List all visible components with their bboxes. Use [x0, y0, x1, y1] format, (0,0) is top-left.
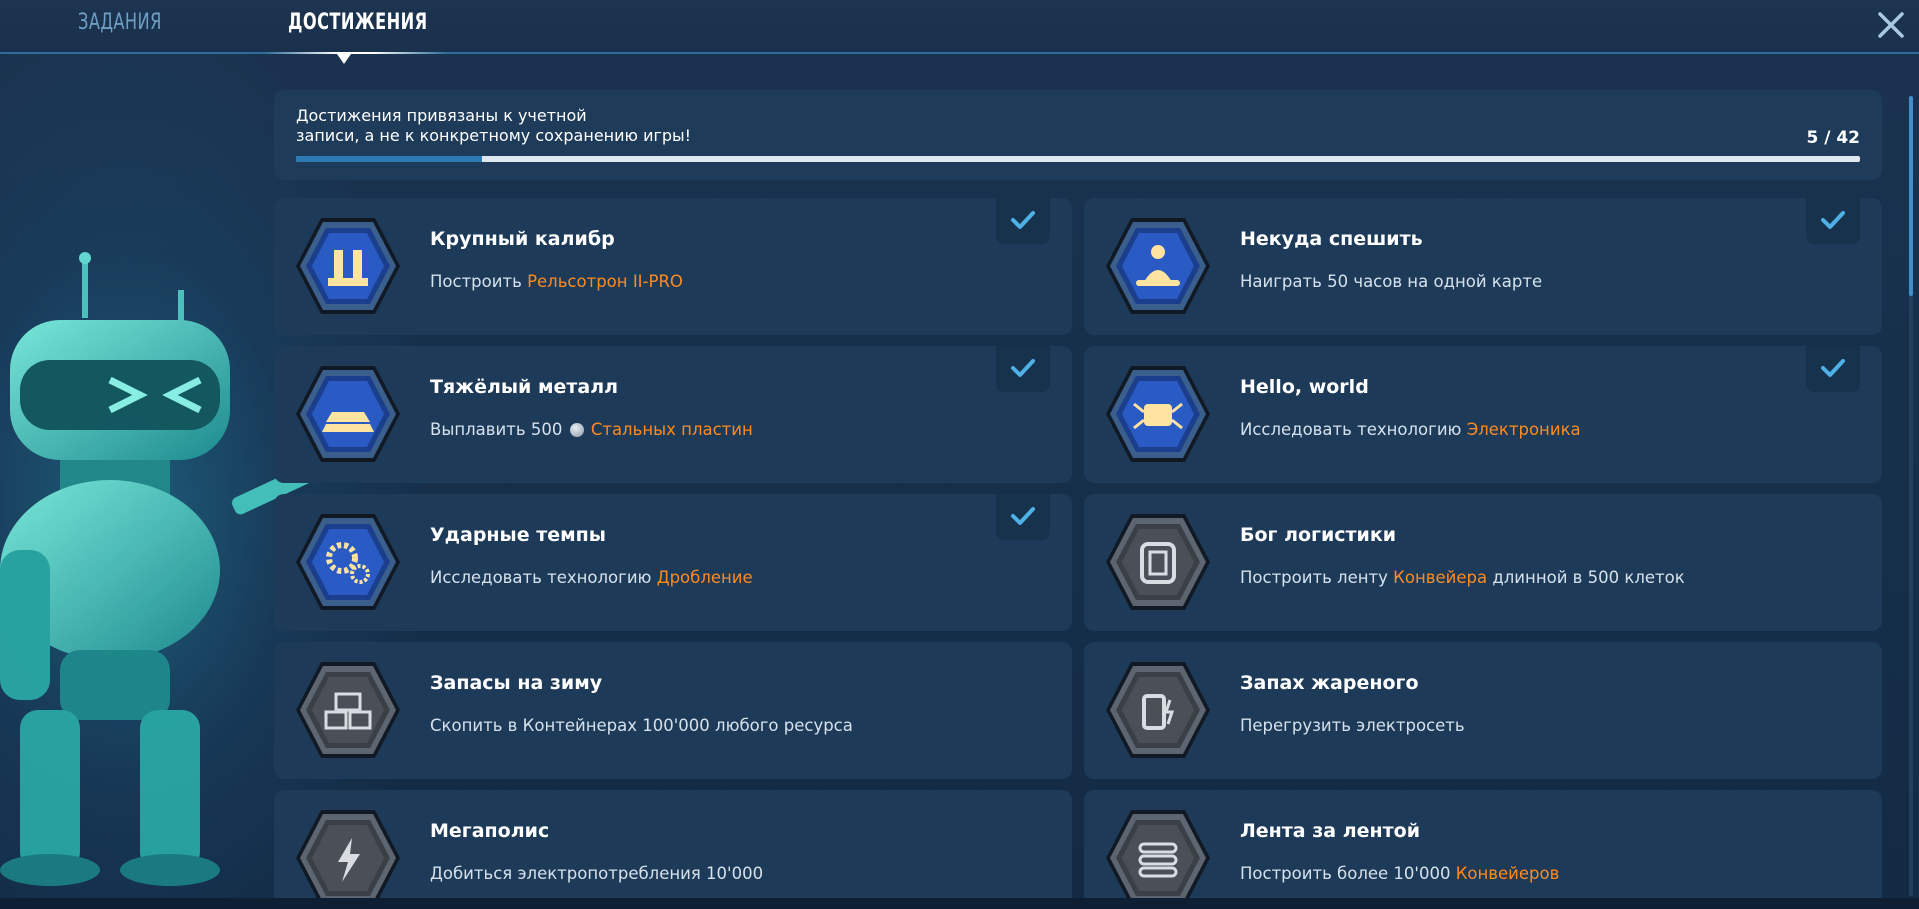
overload-icon [1104, 660, 1212, 760]
containers-icon [294, 660, 402, 760]
railgun-icon [294, 216, 402, 316]
achievement-card[interactable]: Бог логистики Построить ленту Конвейера д… [1084, 494, 1882, 631]
gears-icon [294, 512, 402, 612]
achievement-card[interactable]: Мегаполис Добиться электропотребления 10'… [274, 790, 1072, 909]
electronics-icon [1104, 364, 1212, 464]
steel-plate-icon [569, 423, 584, 437]
achievement-card[interactable]: Hello, world Исследовать технологию Элект… [1084, 346, 1882, 483]
info-line-1: Достижения привязаны к учетной [296, 106, 587, 125]
description-text: Выплавить 500 [430, 420, 568, 439]
achievement-title: Тяжёлый металл [430, 376, 619, 398]
top-bar: ЗАДАНИЯ ДОСТИЖЕНИЯ [0, 0, 1919, 54]
achievement-description: Наиграть 50 часов на одной карте [1240, 272, 1542, 291]
checkmark-icon [1821, 359, 1845, 377]
conveyor-belts-icon [1104, 808, 1212, 908]
close-icon [1878, 12, 1904, 38]
active-tab-underline [265, 52, 445, 54]
description-text: Скопить в Контейнерах 100'000 любого рес… [430, 716, 853, 735]
description-text: Исследовать технологию [430, 568, 657, 587]
checkmark-icon [1011, 211, 1035, 229]
checkmark-icon [1011, 359, 1035, 377]
achievement-description: Скопить в Контейнерах 100'000 любого рес… [430, 716, 853, 735]
checkmark-icon [1011, 507, 1035, 525]
completed-badge [996, 494, 1050, 540]
achievement-title: Крупный калибр [430, 228, 615, 250]
description-highlight[interactable]: Конвейера [1393, 568, 1487, 587]
description-text: Исследовать технологию [1240, 420, 1467, 439]
tab-tasks[interactable]: ЗАДАНИЯ [78, 10, 162, 46]
description-highlight[interactable]: Стальных пластин [591, 420, 753, 439]
bottom-edge [0, 898, 1919, 909]
achievement-card[interactable]: Ударные темпы Исследовать технологию Дроб… [274, 494, 1072, 631]
checkmark-icon [1821, 211, 1845, 229]
achievement-title: Ударные темпы [430, 524, 606, 546]
achievement-title: Лента за лентой [1240, 820, 1421, 842]
achievement-title: Бог логистики [1240, 524, 1397, 546]
description-text-end: длинной в 500 клеток [1487, 568, 1685, 587]
description-highlight[interactable]: Дробление [657, 568, 753, 587]
achievement-title: Запах жареного [1240, 672, 1419, 694]
achievement-title: Hello, world [1240, 376, 1369, 398]
achievement-card[interactable]: Тяжёлый металл Выплавить 500 Стальных пла… [274, 346, 1072, 483]
info-panel: Достижения привязаны к учетной записи, а… [274, 90, 1882, 180]
conveyor-loop-icon [1104, 512, 1212, 612]
description-highlight[interactable]: Конвейеров [1456, 864, 1560, 883]
achievement-count: 5 / 42 [1806, 128, 1860, 148]
description-text: Перегрузить электросеть [1240, 716, 1465, 735]
achievement-title: Запасы на зиму [430, 672, 603, 694]
achievement-description: Перегрузить электросеть [1240, 716, 1465, 735]
completed-badge [1806, 346, 1860, 392]
achievement-description: Добиться электропотребления 10'000 [430, 864, 763, 883]
achievement-description: Построить ленту Конвейера длинной в 500 … [1240, 568, 1685, 587]
info-line-2: записи, а не к конкретному сохранению иг… [296, 126, 692, 145]
achievement-card[interactable]: Крупный калибр Построить Рельсотрон II-PR… [274, 198, 1072, 335]
close-button[interactable] [1874, 8, 1908, 42]
achievement-description: Исследовать технологию Электроника [1240, 420, 1581, 439]
tab-achievements[interactable]: ДОСТИЖЕНИЯ [288, 10, 428, 46]
completed-badge [996, 198, 1050, 244]
description-highlight[interactable]: Электроника [1467, 420, 1581, 439]
scrollbar-thumb[interactable] [1909, 96, 1913, 296]
description-text: Наиграть 50 часов на одной карте [1240, 272, 1543, 291]
active-tab-caret [337, 54, 351, 64]
achievement-card[interactable]: Некуда спешить Наиграть 50 часов на одной… [1084, 198, 1882, 335]
achievement-description: Выплавить 500 Стальных пластин [430, 420, 753, 439]
achievement-card[interactable]: Запасы на зиму Скопить в Контейнерах 100'… [274, 642, 1072, 779]
achievement-title: Некуда спешить [1240, 228, 1423, 250]
completed-badge [1806, 198, 1860, 244]
achievement-title: Мегаполис [430, 820, 550, 842]
achievement-description: Построить Рельсотрон II-PRO [430, 272, 683, 291]
description-highlight[interactable]: Рельсотрон II-PRO [527, 272, 683, 291]
achievement-card[interactable]: Лента за лентой Построить более 10'000 Ко… [1084, 790, 1882, 909]
info-text: Достижения привязаны к учетной записи, а… [296, 106, 716, 146]
achievement-description: Исследовать технологию Дробление [430, 568, 753, 587]
metal-ingots-icon [294, 364, 402, 464]
description-text: Добиться электропотребления 10'000 [430, 864, 764, 883]
description-text: Построить [430, 272, 528, 291]
achievement-card[interactable]: Запах жареного Перегрузить электросеть [1084, 642, 1882, 779]
description-text: Построить ленту [1240, 568, 1394, 587]
lightning-icon [294, 808, 402, 908]
progress-fill [296, 156, 483, 162]
achievement-description: Построить более 10'000 Конвейеров [1240, 864, 1559, 883]
description-text: Построить более 10'000 [1240, 864, 1456, 883]
meditation-icon [1104, 216, 1212, 316]
completed-badge [996, 346, 1050, 392]
achievement-progress-bar [296, 156, 1860, 162]
